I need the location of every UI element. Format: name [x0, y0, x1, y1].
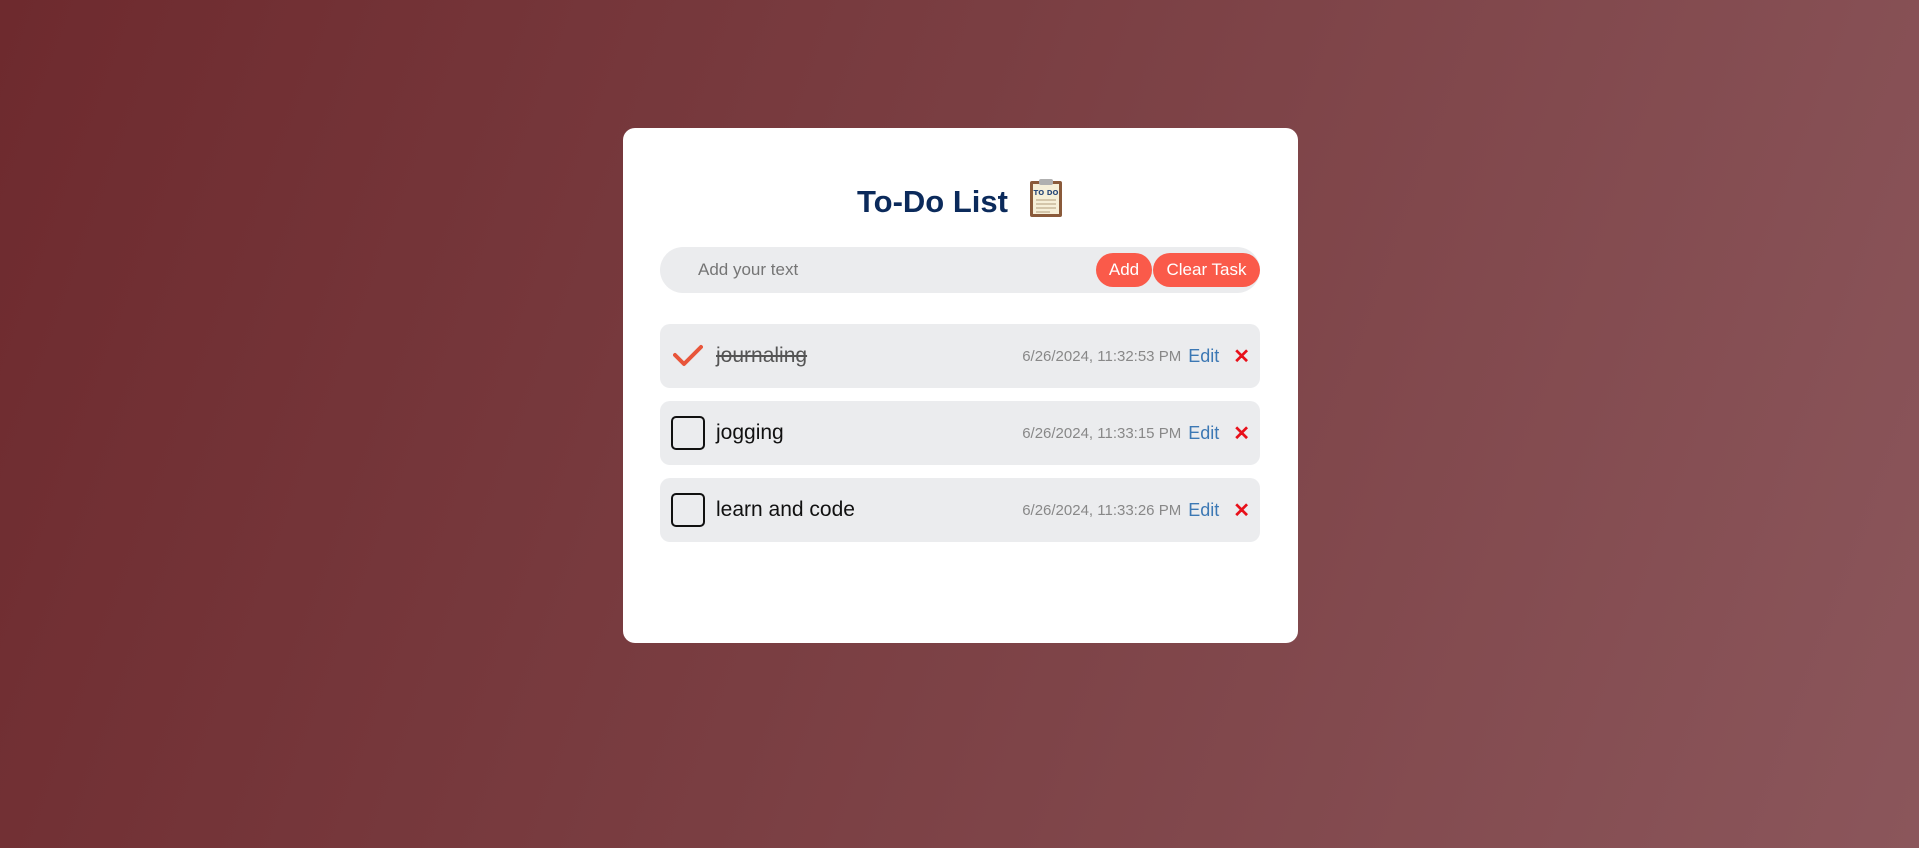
checked-checkbox[interactable] — [671, 339, 705, 373]
task-timestamp: 6/26/2024, 11:33:26 PM — [1022, 501, 1182, 519]
svg-text:TO DO: TO DO — [1034, 189, 1059, 197]
task-text: learn and code — [716, 498, 855, 521]
task-text: journaling — [716, 344, 808, 367]
unchecked-checkbox[interactable] — [671, 493, 705, 527]
edit-button[interactable]: Edit — [1188, 423, 1219, 444]
edit-button[interactable]: Edit — [1188, 500, 1219, 521]
task-item: jogging 6/26/2024, 11:33:15 PM Edit ✕ — [660, 401, 1260, 465]
task-input-row: Add Clear Task — [660, 246, 1260, 294]
delete-icon[interactable]: ✕ — [1233, 498, 1250, 523]
page-title: To-Do List — [857, 184, 1008, 219]
task-timestamp: 6/26/2024, 11:33:15 PM — [1022, 424, 1182, 442]
edit-button[interactable]: Edit — [1188, 346, 1219, 367]
task-timestamp: 6/26/2024, 11:32:53 PM — [1022, 347, 1182, 365]
delete-icon[interactable]: ✕ — [1233, 344, 1250, 369]
todo-card: To-Do List TO DO Add Clear Task — [623, 128, 1298, 643]
clear-task-button[interactable]: Clear Task — [1153, 253, 1260, 287]
task-item: journaling 6/26/2024, 11:32:53 PM Edit ✕ — [660, 324, 1260, 388]
task-list: journaling 6/26/2024, 11:32:53 PM Edit ✕… — [660, 324, 1260, 555]
delete-icon[interactable]: ✕ — [1233, 421, 1250, 446]
header: To-Do List TO DO — [623, 176, 1298, 220]
task-input[interactable] — [660, 246, 1095, 294]
task-text: jogging — [716, 421, 784, 444]
checkmark-icon — [673, 345, 703, 366]
add-button[interactable]: Add — [1096, 253, 1152, 287]
task-item: learn and code 6/26/2024, 11:33:26 PM Ed… — [660, 478, 1260, 542]
unchecked-checkbox[interactable] — [671, 416, 705, 450]
clipboard-todo-icon: TO DO — [1028, 178, 1064, 218]
